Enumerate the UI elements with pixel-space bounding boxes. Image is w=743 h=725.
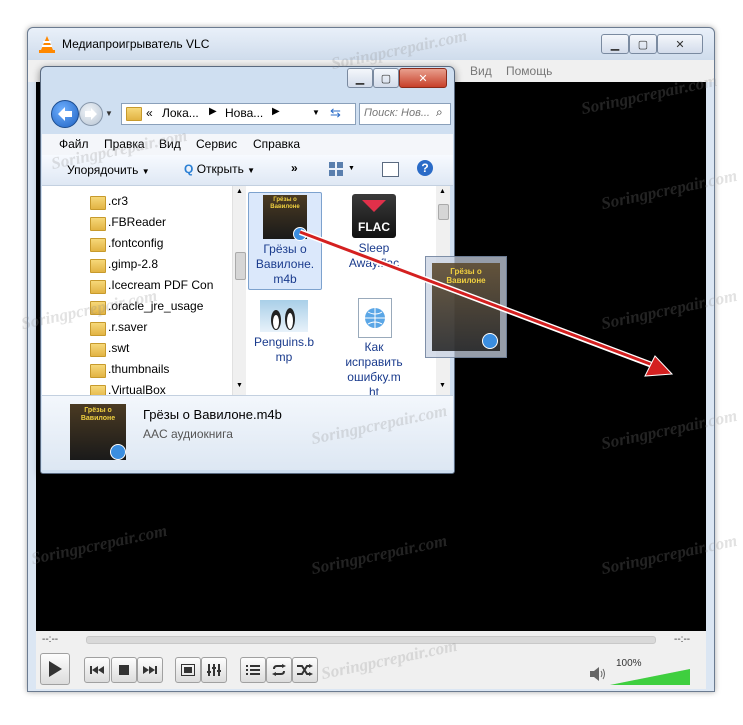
drag-arrow [298, 229, 674, 377]
